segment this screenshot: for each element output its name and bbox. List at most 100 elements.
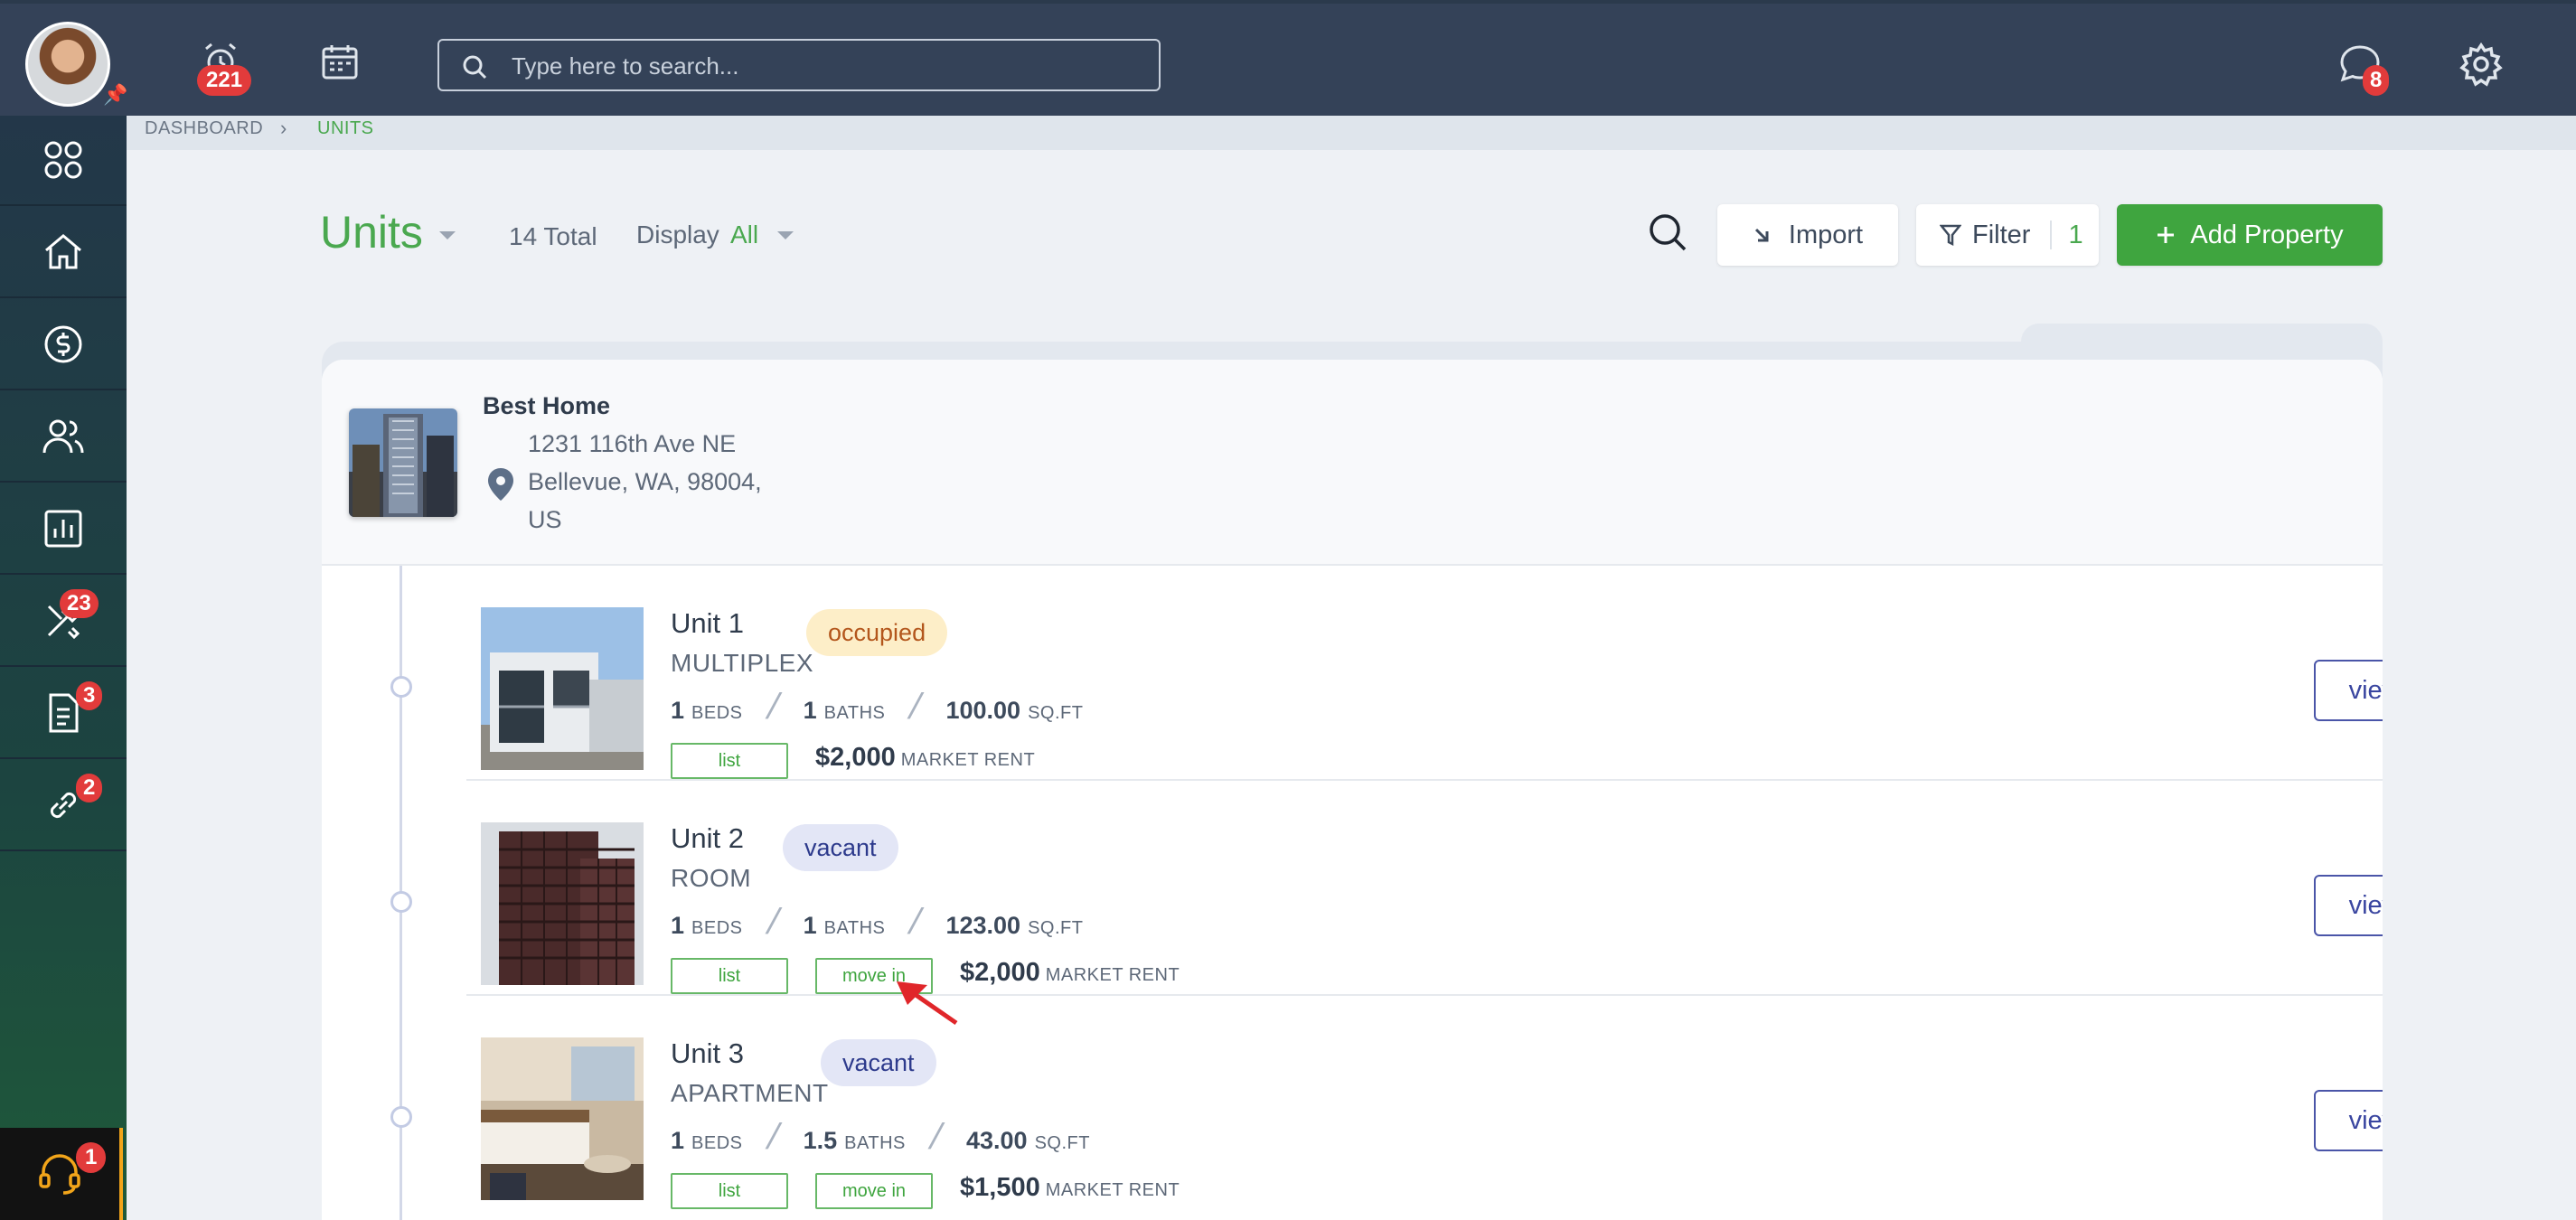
title-caret-icon[interactable] xyxy=(439,231,456,239)
timeline-dot xyxy=(390,676,412,698)
view-unit-button[interactable]: view unit xyxy=(2314,660,2383,721)
user-avatar[interactable] xyxy=(25,22,110,107)
beds-value: 1 xyxy=(671,1127,685,1154)
baths-unit: BATHS xyxy=(823,703,886,723)
timeline-dot xyxy=(390,1106,412,1128)
baths-value: 1.5 xyxy=(803,1127,838,1154)
beds-value: 1 xyxy=(671,697,685,724)
display-select[interactable]: All xyxy=(730,221,758,249)
add-property-label: Add Property xyxy=(2190,220,2344,249)
chart-icon xyxy=(44,510,82,548)
list-button[interactable]: list xyxy=(671,743,788,779)
baths-unit: BATHS xyxy=(823,918,886,938)
baths-unit: BATHS xyxy=(844,1133,906,1153)
unit-row: Unit 2 ROOM vacant 1 BEDS / 1 BATHS / 123.… xyxy=(466,781,2383,1026)
property-card: Best Home 1231 116th Ave NE Bellevue, WA… xyxy=(322,360,2383,1220)
search-icon[interactable] xyxy=(1647,211,1688,253)
breadcrumb xyxy=(127,116,2576,150)
baths-value: 1 xyxy=(803,912,817,939)
filter-button[interactable]: Filter 1 xyxy=(1916,204,2099,266)
sidebar: 23 3 2 xyxy=(0,116,127,1220)
rent-value: $1,500 xyxy=(960,1173,1040,1202)
sidebar-item-maintenance[interactable] xyxy=(0,577,127,667)
area-unit: SQ.FT xyxy=(1028,918,1084,938)
market-rent: $2,000 MARKET RENT xyxy=(960,958,1180,988)
property-image[interactable] xyxy=(349,408,457,517)
unit-stats: 1 BEDS / 1 BATHS / 100.00 SQ.FT xyxy=(671,687,1084,727)
unit-image[interactable] xyxy=(481,822,644,985)
filter-label: Filter xyxy=(1972,220,2031,249)
address-line-2: Bellevue, WA, 98004, xyxy=(528,468,762,495)
pin-icon[interactable]: 📌 xyxy=(103,83,127,107)
units-total: 14 Total xyxy=(509,222,597,250)
sidebar-item-reports[interactable] xyxy=(0,484,127,575)
market-rent: $1,500 MARKET RENT xyxy=(960,1173,1180,1203)
gear-icon[interactable] xyxy=(2458,42,2504,87)
baths-value: 1 xyxy=(803,697,817,724)
sidebar-item-documents[interactable] xyxy=(0,669,127,759)
import-label: Import xyxy=(1788,220,1864,249)
area-unit: SQ.FT xyxy=(1034,1133,1090,1153)
property-header: Best Home 1231 116th Ave NE Bellevue, WA… xyxy=(322,360,2383,566)
rent-unit: MARKET RENT xyxy=(900,750,1036,770)
market-rent: $2,000 MARKET RENT xyxy=(815,743,1035,773)
dollar-icon xyxy=(44,325,82,363)
add-property-button[interactable]: Add Property xyxy=(2117,204,2383,266)
alarm-badge: 221 xyxy=(197,65,252,96)
list-button[interactable]: list xyxy=(671,958,788,994)
unit-stats: 1 BEDS / 1 BATHS / 123.00 SQ.FT xyxy=(671,902,1084,942)
display-label: Display xyxy=(636,221,719,249)
unit-stats: 1 BEDS / 1.5 BATHS / 43.00 SQ.FT xyxy=(671,1117,1090,1157)
area-value: 43.00 xyxy=(966,1127,1028,1154)
filter-count: 1 xyxy=(2068,220,2083,249)
sidebar-item-home[interactable] xyxy=(0,208,127,298)
support-button[interactable] xyxy=(0,1128,123,1220)
rent-unit: MARKET RENT xyxy=(1045,965,1180,985)
apps-grid-icon xyxy=(44,141,82,179)
filter-divider xyxy=(2050,221,2053,249)
status-badge: vacant xyxy=(783,824,898,871)
address-line-1: 1231 116th Ave NE xyxy=(528,430,737,457)
unit-row: Unit 3 APARTMENT vacant 1 BEDS / 1.5 BATHS… xyxy=(466,996,2383,1211)
rent-unit: MARKET RENT xyxy=(1045,1180,1180,1200)
support-badge: 1 xyxy=(76,1142,107,1173)
unit-type: ROOM xyxy=(671,864,752,892)
beds-unit: BEDS xyxy=(691,1133,743,1153)
sidebar-item-finance[interactable] xyxy=(0,300,127,390)
sidebar-item-apps[interactable] xyxy=(0,116,127,206)
search-input[interactable] xyxy=(512,48,1135,84)
plus-icon xyxy=(2158,227,2175,243)
list-button[interactable]: list xyxy=(671,1173,788,1209)
unit-image[interactable] xyxy=(481,607,644,770)
beds-unit: BEDS xyxy=(691,918,743,938)
maintenance-badge: 23 xyxy=(60,589,99,618)
location-pin-icon xyxy=(488,468,513,501)
display-caret-icon[interactable] xyxy=(777,231,794,239)
beds-unit: BEDS xyxy=(691,703,743,723)
import-button[interactable]: Import xyxy=(1717,204,1898,266)
users-icon xyxy=(42,419,84,454)
area-unit: SQ.FT xyxy=(1028,703,1084,723)
sidebar-item-people[interactable] xyxy=(0,392,127,483)
messages-badge: 8 xyxy=(2363,65,2390,96)
unit-row: Unit 1 MULTIPLEX occupied 1 BEDS / 1 BATHS… xyxy=(466,566,2383,781)
sidebar-item-links[interactable] xyxy=(0,761,127,851)
unit-name[interactable]: Unit 2 xyxy=(671,822,744,855)
breadcrumb-units: UNITS xyxy=(317,118,374,138)
rent-value: $2,000 xyxy=(815,743,896,772)
area-value: 100.00 xyxy=(945,697,1021,724)
documents-badge: 3 xyxy=(76,681,103,710)
page-title[interactable]: Units xyxy=(320,206,423,258)
unit-image[interactable] xyxy=(481,1037,644,1200)
move-in-button[interactable]: move in xyxy=(815,1173,933,1209)
unit-name[interactable]: Unit 1 xyxy=(671,607,744,640)
search-bar xyxy=(437,39,1161,91)
unit-type: APARTMENT xyxy=(671,1079,829,1107)
calendar-icon[interactable] xyxy=(320,42,360,81)
timeline-dot xyxy=(390,891,412,913)
unit-name[interactable]: Unit 3 xyxy=(671,1037,744,1070)
property-name[interactable]: Best Home xyxy=(483,392,610,420)
view-unit-button[interactable]: view unit xyxy=(2314,875,2383,936)
view-unit-button[interactable]: view unit xyxy=(2314,1090,2383,1151)
breadcrumb-dashboard[interactable]: DASHBOARD xyxy=(145,118,263,139)
